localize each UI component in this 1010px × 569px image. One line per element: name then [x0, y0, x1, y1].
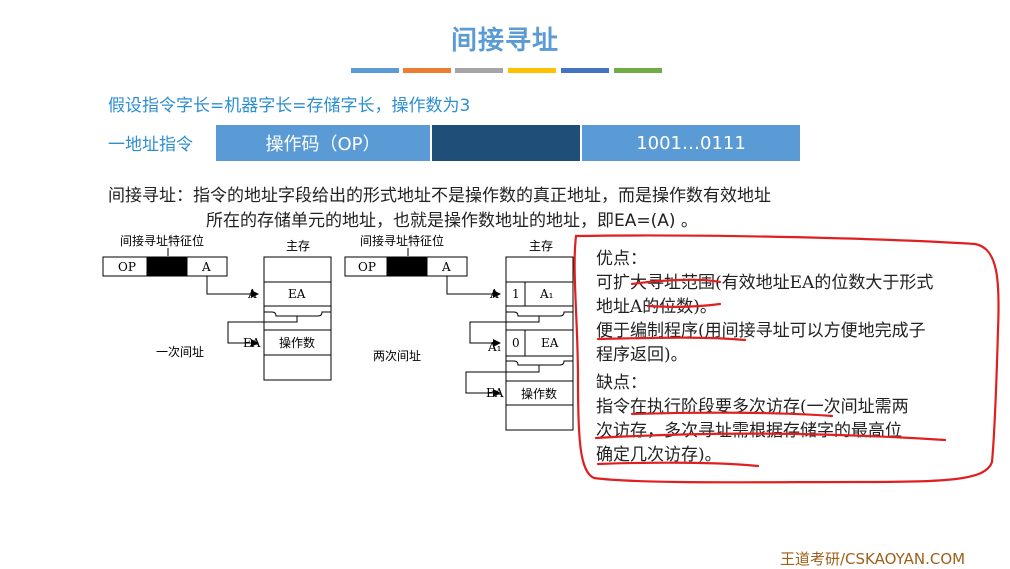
- a-field: A: [201, 260, 211, 274]
- arrow-label-ea: EA: [243, 336, 261, 350]
- arrow-label-a1: A₁: [487, 340, 501, 354]
- indirect-addressing-diagram: 间接寻址特征位 OP A 主存 EA 操作数 A EA 一次间址 间接寻址特征位…: [102, 233, 574, 431]
- memory-cell-operand: 操作数: [279, 335, 315, 350]
- memory-cell-ea: EA: [541, 336, 559, 350]
- footer-watermark: 王道考研/CSKAOYAN.COM: [780, 550, 966, 568]
- caption-single: 一次间址: [156, 345, 204, 359]
- flag-label: 间接寻址特征位: [120, 233, 204, 248]
- color-bar-segment: [403, 68, 451, 73]
- adv2-line1: 便于编制程序(用间接寻址可以方便地完成子: [596, 321, 926, 341]
- description-line-1: 间接寻址：指令的地址字段给出的形式地址不是操作数的真正地址，而是操作数有效地址: [108, 186, 771, 206]
- color-bar-segment: [351, 68, 399, 73]
- color-bar-segment: [508, 68, 556, 73]
- memory-cell-operand: 操作数: [521, 386, 557, 401]
- instruction-label: 一地址指令: [108, 135, 193, 155]
- color-bar-segment: [614, 68, 662, 73]
- adv1-line2: 地址A的位数)。: [596, 297, 717, 317]
- memory-label: 主存: [286, 239, 310, 253]
- op-field: OP: [358, 260, 376, 274]
- double-indirect-diagram: 间接寻址特征位 OP A 主存 1 A₁ 0 EA 操作数 A A₁ EA 两次…: [344, 233, 574, 431]
- assumption-text: 假设指令字长=机器字长=存储字长，操作数为3: [108, 96, 471, 116]
- color-bar-segment: [455, 68, 503, 73]
- dis1-line2: 次访存，多次寻址需根据存储字的最高位: [596, 421, 902, 441]
- a-field: A: [441, 260, 451, 274]
- memory-label: 主存: [529, 239, 553, 253]
- page-title: 间接寻址: [450, 26, 559, 56]
- adv2-line2: 程序返回)。: [596, 345, 688, 365]
- bit-one: 1: [512, 287, 520, 301]
- single-indirect-diagram: 间接寻址特征位 OP A 主存 EA 操作数 A EA 一次间址: [102, 233, 332, 381]
- memory-cell-ea: EA: [288, 287, 306, 301]
- caption-double: 两次间址: [373, 349, 421, 363]
- dis1-line1: 指令在执行阶段要多次访存(一次间址需两: [596, 397, 909, 417]
- instruction-flag-field: [432, 125, 580, 161]
- op-field: OP: [118, 260, 136, 274]
- color-bar-segment: [561, 68, 609, 73]
- adv-title: 优点：: [596, 249, 647, 269]
- bit-zero: 0: [512, 336, 520, 350]
- instruction-address-field: 1001…0111: [582, 125, 800, 161]
- arrow-label-ea: EA: [486, 386, 504, 400]
- flag-label: 间接寻址特征位: [360, 233, 444, 248]
- adv1-line1: 可扩大寻址范围(有效地址EA的位数大于形式: [596, 273, 934, 293]
- instruction-opcode-field: 操作码（OP）: [216, 125, 430, 161]
- dis1-line3: 确定几次访存)。: [596, 445, 722, 465]
- arrow-label-a: A: [489, 287, 499, 301]
- dis-title: 缺点：: [596, 373, 647, 393]
- memory-cell-a1: A₁: [539, 287, 553, 301]
- arrow-label-a: A: [247, 287, 257, 301]
